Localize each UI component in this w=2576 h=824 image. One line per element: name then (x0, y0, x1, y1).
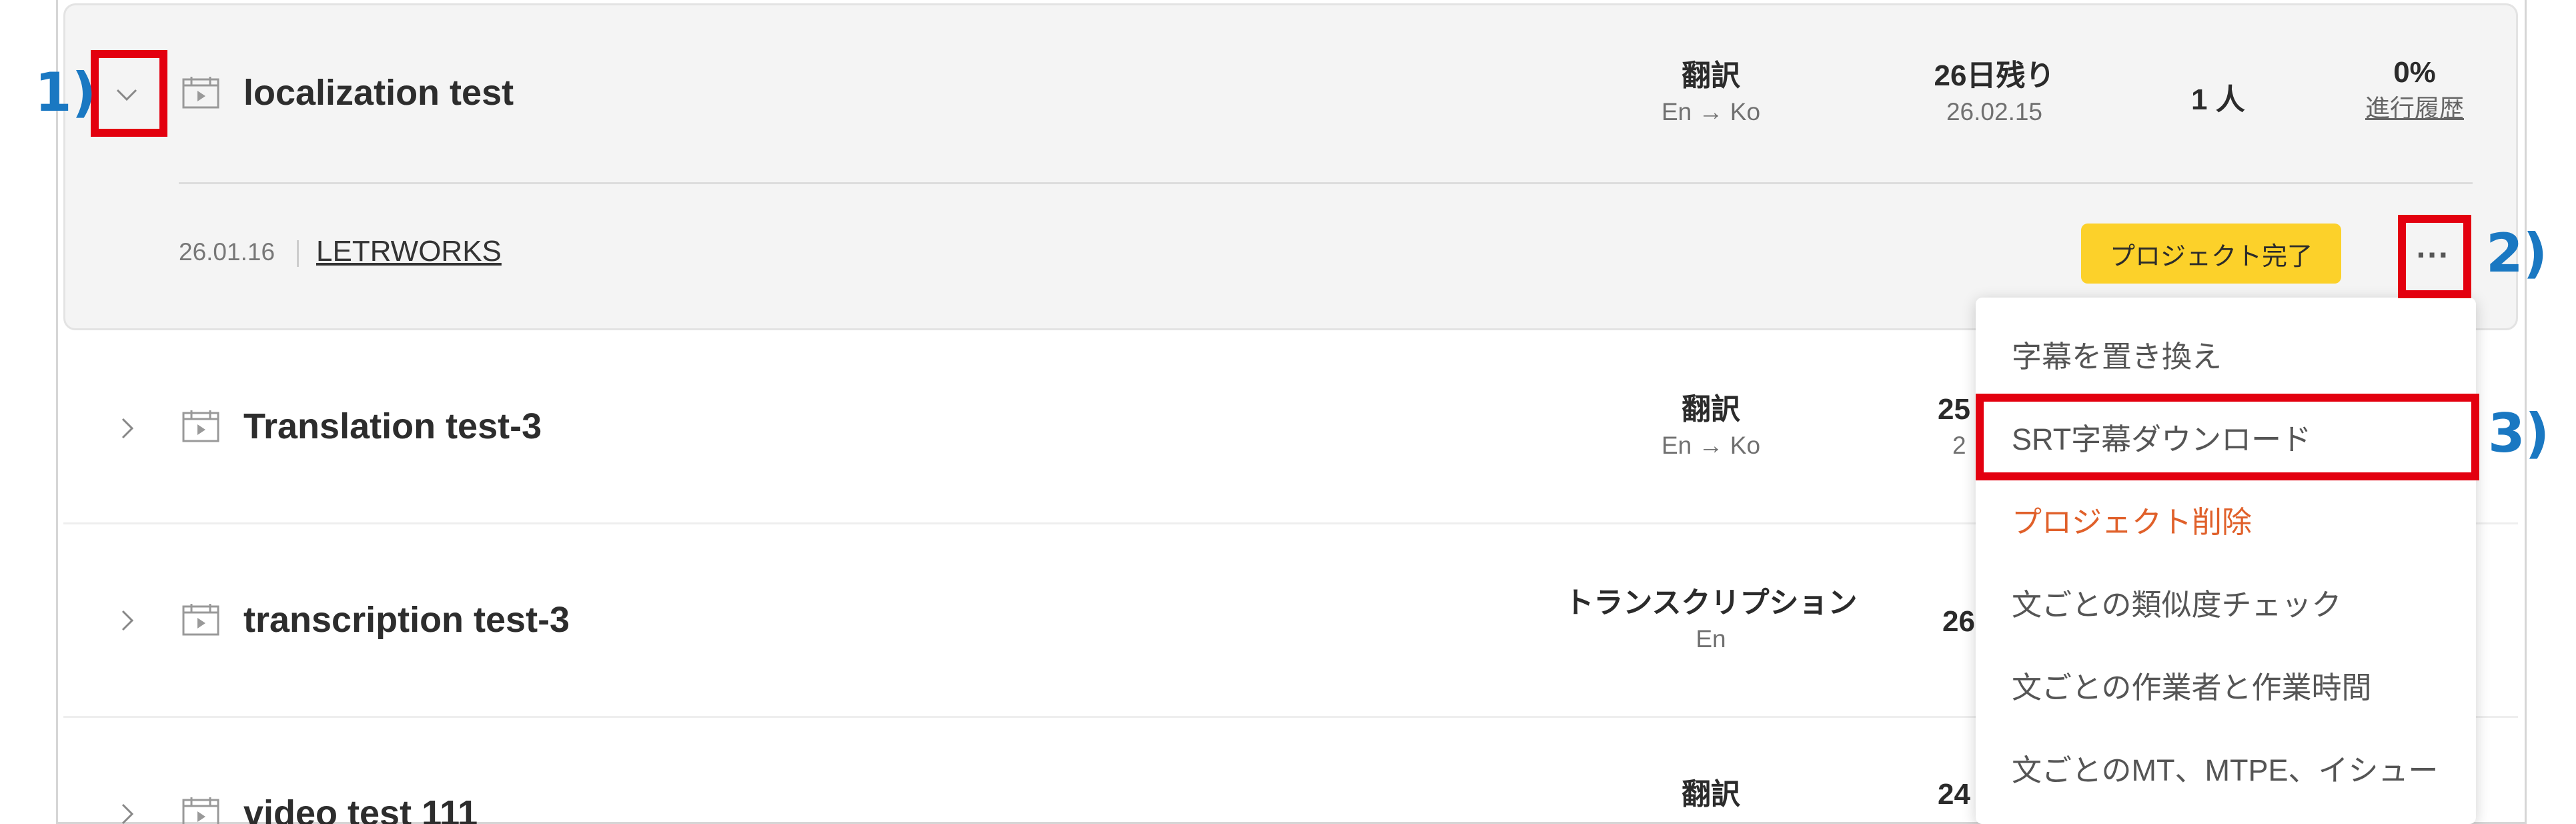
expand-toggle[interactable] (107, 600, 147, 641)
menu-item-mt-mtpe-issues[interactable]: 文ごとのMT、MTPE、イシュー (2012, 746, 2439, 789)
remaining-days: 26日残り (1934, 59, 2055, 92)
project-deadline: 25 2 (1938, 390, 1970, 462)
video-icon (181, 75, 220, 109)
language-pair: En (1696, 625, 1726, 653)
project-progress: 0% 進行履歴 (2358, 53, 2471, 125)
language-pair: En → Ko (1661, 98, 1761, 125)
remaining-days: 24 (1938, 778, 1970, 811)
video-icon (181, 795, 220, 824)
project-type: 翻訳 (1654, 775, 1768, 814)
separator (297, 240, 299, 267)
menu-item-worker-time[interactable]: 文ごとの作業者と作業時間 (2012, 663, 2372, 707)
project-deadline: 26 (1942, 602, 1975, 641)
project-title[interactable]: localization test (243, 72, 514, 113)
highlight-box-collapse-toggle (91, 50, 167, 137)
project-deadline: 24 (1938, 775, 1970, 814)
project-title[interactable]: video test 111 (243, 793, 478, 824)
created-date: 26.01.16 (179, 238, 275, 266)
callout-3: 3) (2488, 402, 2550, 464)
highlight-box-more-button (2398, 215, 2471, 298)
project-complete-button[interactable]: プロジェクト完了 (2081, 224, 2341, 284)
video-icon (181, 602, 220, 637)
expand-toggle[interactable] (107, 408, 147, 448)
menu-item-delete-project[interactable]: プロジェクト削除 (2012, 498, 2252, 541)
callout-2: 2) (2486, 222, 2548, 284)
row-divider (179, 182, 2473, 184)
remaining-days: 26 (1942, 605, 1975, 638)
progress-history-link[interactable]: 進行履歴 (2358, 92, 2471, 125)
type-label: トランスクリプション (1564, 586, 1858, 619)
language-pair: En → Ko (1661, 432, 1761, 459)
due-date: 2 (1952, 432, 1966, 459)
chevron-right-icon (121, 610, 134, 631)
project-type: トランスクリプション En (1557, 584, 1864, 656)
video-icon (181, 408, 220, 443)
more-options-menu: 字幕を置き換え SRT字幕ダウンロード プロジェクト削除 文ごとの類似度チェック… (1976, 298, 2476, 824)
project-type: 翻訳 En → Ko (1654, 57, 1768, 129)
progress-percent: 0% (2393, 56, 2436, 89)
menu-item-replace-subtitles[interactable]: 字幕を置き換え (2012, 332, 2222, 376)
expand-toggle[interactable] (107, 794, 147, 824)
highlight-box-srt-download (1976, 394, 2479, 480)
chevron-right-icon (121, 803, 134, 824)
people-count: 1 人 (2191, 83, 2245, 116)
chevron-right-icon (121, 418, 134, 439)
type-label: 翻訳 (1682, 778, 1740, 811)
menu-item-similarity-check[interactable]: 文ごとの類似度チェック (2012, 580, 2342, 624)
project-title[interactable]: Translation test-3 (243, 406, 542, 447)
project-type: 翻訳 En → Ko (1654, 390, 1768, 462)
due-date: 26.02.15 (1946, 98, 2043, 125)
type-label: 翻訳 (1682, 393, 1740, 426)
callout-1: 1) (35, 61, 97, 123)
type-label: 翻訳 (1682, 59, 1740, 92)
project-deadline: 26日残り 26.02.15 (1921, 57, 2068, 129)
remaining-days: 25 (1938, 393, 1970, 426)
project-title[interactable]: transcription test-3 (243, 599, 570, 641)
client-link[interactable]: LETRWORKS (316, 235, 502, 268)
